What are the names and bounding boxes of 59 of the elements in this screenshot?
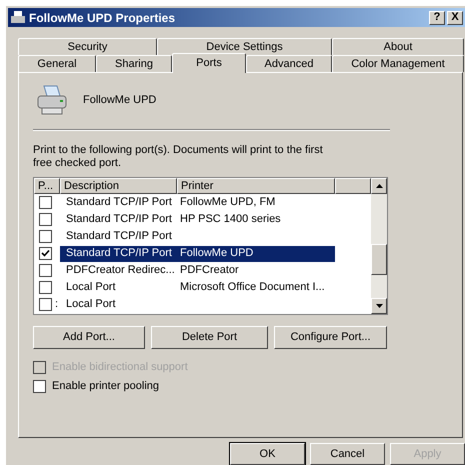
scroll-down-button[interactable] [371,298,387,314]
column-header[interactable]: P... [34,178,60,194]
tab[interactable]: Color Management [332,55,464,72]
table-row[interactable]: Standard TCP/IP Port FollowMe UPD [60,246,335,262]
printer-name: FollowMe UPD [83,92,156,108]
table-row[interactable]: Local Port [60,296,335,312]
checkbox[interactable] [39,213,52,226]
up-arrow-icon [376,184,382,188]
checkbox-label: Enable printer pooling [52,379,160,394]
table-row[interactable]: PDFCreator Redirec... PDFCreator [60,262,335,278]
down-arrow-icon [376,304,382,308]
dialog-button[interactable]: Cancel [310,443,385,465]
tab[interactable]: Ports [172,53,246,73]
checkbox[interactable] [39,264,52,277]
column-header[interactable]: Description [60,178,177,194]
dialog-button[interactable]: OK [230,443,305,465]
checkbox[interactable] [39,230,52,243]
checkbox[interactable] [39,247,52,260]
scroll-up-button[interactable] [371,178,387,194]
close-button[interactable]: X [447,10,463,24]
table-row[interactable]: Standard TCP/IP Port FollowMe UPD, FM [60,194,335,210]
instructions-text: Print to the following port(s). Documents will print to the first free checked port. [33,144,323,170]
table-cell-text: Local Port [65,297,117,312]
port-button[interactable]: Add Port... [33,326,145,349]
checkbox[interactable] [39,298,52,311]
tab[interactable]: Security [18,38,157,55]
port-button[interactable]: Configure Port... [274,326,387,349]
table-cell: FollowMe UPD [180,247,254,260]
table-cell: PDFCreator [180,264,239,276]
table-cell: HP PSC 1400 series [180,213,281,226]
table-cell-text: PDFCreator Redirec... [65,263,176,278]
tab[interactable]: Sharing [96,55,172,72]
table-row[interactable]: Local Port Microsoft Office Document I... [60,280,335,296]
table-cell-text: Standard TCP/IP Port [65,246,173,262]
tab[interactable]: About [332,38,464,55]
table-row[interactable]: Standard TCP/IP Port HP PSC 1400 series [60,212,335,228]
tab[interactable]: Device Settings [157,38,332,55]
help-button[interactable]: ? [429,10,445,24]
checkmark-icon [41,249,50,258]
checkbox[interactable] [33,380,46,393]
window-title: FollowMe UPD Properties [29,10,176,26]
scrollbar[interactable] [371,178,387,314]
tab[interactable]: General [18,55,96,72]
table-cell-text: Standard TCP/IP Port [65,229,173,244]
table-cell: FollowMe UPD, FM [180,196,276,208]
port-button[interactable]: Delete Port [151,326,268,349]
column-header[interactable]: Printer [177,178,335,194]
table-cell-text: Local Port [65,280,117,296]
table-cell-text: Standard TCP/IP Port [65,212,173,228]
tab[interactable]: Advanced [246,55,332,72]
scroll-thumb[interactable] [371,244,387,275]
table-cell: Microsoft Office Document I... [180,281,325,294]
table-cell-text: Standard TCP/IP Port [65,195,173,210]
checkbox[interactable] [39,281,52,294]
printer-icon [10,10,26,24]
printer-icon [35,84,69,116]
table-cell-text: : [55,297,58,312]
checkbox[interactable] [39,196,52,209]
table-row[interactable]: Standard TCP/IP Port [60,228,335,244]
